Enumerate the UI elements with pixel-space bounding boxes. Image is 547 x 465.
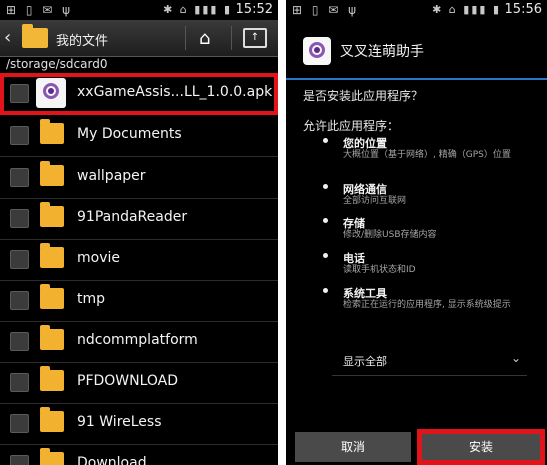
app-icon (303, 37, 331, 65)
folder-icon (40, 119, 64, 144)
list-item[interactable]: Download (0, 444, 278, 465)
select-checkbox[interactable] (10, 84, 29, 103)
folder-icon (40, 161, 64, 186)
list-item-label: 91PandaReader (77, 209, 188, 225)
list-item-label: ndcommplatform (77, 332, 198, 348)
list-item-label: Download (77, 455, 147, 465)
app-title: 叉叉连萌助手 (340, 44, 424, 60)
folder-icon (40, 202, 64, 227)
chevron-down-icon: ⌄ (510, 351, 521, 365)
permission-desc: 修改/删除USB存储内容 (343, 230, 437, 240)
bullet-icon (323, 218, 328, 223)
list-item[interactable]: tmp (0, 280, 278, 322)
breadcrumb: /storage/sdcard0 (6, 57, 108, 71)
file-manager-header: ‹ 我的文件 ⌂ ↑ (0, 20, 278, 57)
show-all-label: 显示全部 (343, 355, 387, 368)
permission-desc: 大概位置（基于网络）, 精确（GPS）位置 (343, 150, 511, 160)
select-checkbox[interactable] (10, 414, 29, 433)
notification-icons: ⊞ ▯ ✉ ψ (292, 3, 360, 17)
installer-header: 叉叉连萌助手 (286, 20, 547, 80)
install-question: 是否安装此应用程序？ (303, 89, 424, 103)
list-item[interactable]: 91PandaReader (0, 198, 278, 240)
list-item-apk[interactable]: xxGameAssis...LL_1.0.0.apk (0, 73, 278, 115)
bullet-icon (323, 184, 328, 189)
select-checkbox[interactable] (10, 209, 29, 228)
status-bar: ⊞ ▯ ✉ ψ ✱ ⌂ ▮▮▮ ▮ 15:52 (0, 0, 278, 20)
list-item-label: movie (77, 250, 120, 266)
folder-icon (40, 243, 64, 268)
select-checkbox[interactable] (10, 332, 29, 351)
show-all-toggle[interactable]: 显示全部 ⌄ (332, 345, 527, 376)
folder-icon (40, 284, 64, 309)
list-item-label: wallpaper (77, 168, 146, 184)
folder-icon (40, 366, 64, 391)
folder-icon (40, 407, 64, 432)
status-bar: ⊞ ▯ ✉ ψ ✱ ⌂ ▮▮▮ ▮ 15:56 (286, 0, 547, 20)
notification-icons: ⊞ ▯ ✉ ψ (6, 3, 74, 17)
status-time: 15:56 (504, 2, 542, 17)
folder-icon (40, 325, 64, 350)
header-divider (185, 26, 186, 50)
bullet-icon (323, 253, 328, 258)
folder-icon (40, 448, 64, 465)
select-checkbox[interactable] (10, 168, 29, 187)
signal-battery-icons: ✱ ⌂ ▮▮▮ ▮ (163, 3, 232, 16)
permission-desc: 全部访问互联网 (343, 196, 407, 206)
list-item[interactable]: ndcommplatform (0, 321, 278, 363)
permissions-heading: 允许此应用程序： (303, 119, 400, 133)
bullet-icon (323, 138, 328, 143)
app-icon (36, 78, 66, 108)
select-checkbox[interactable] (10, 455, 29, 465)
select-checkbox[interactable] (10, 250, 29, 269)
folder-icon (22, 24, 48, 48)
select-checkbox[interactable] (10, 126, 29, 145)
list-item-label: My Documents (77, 126, 182, 142)
list-item[interactable]: 91 WireLess (0, 403, 278, 445)
up-folder-icon[interactable]: ↑ (243, 28, 267, 48)
home-icon[interactable]: ⌂ (199, 28, 210, 49)
install-button[interactable]: 安装 (417, 429, 545, 465)
status-time: 15:52 (235, 2, 273, 17)
cancel-button[interactable]: 取消 (295, 432, 411, 462)
permission-desc: 读取手机状态和ID (343, 265, 416, 275)
button-bar: 取消 安装 (286, 428, 547, 465)
permission-desc: 检索正在运行的应用程序, 显示系统级提示 (343, 300, 511, 310)
select-checkbox[interactable] (10, 291, 29, 310)
list-item-label: 91 WireLess (77, 414, 162, 430)
signal-battery-icons: ✱ ⌂ ▮▮▮ ▮ (432, 3, 501, 16)
back-arrow-icon[interactable]: ‹ (4, 27, 11, 48)
list-item[interactable]: wallpaper (0, 157, 278, 199)
header-divider (231, 26, 232, 50)
select-checkbox[interactable] (10, 373, 29, 392)
list-item[interactable]: movie (0, 239, 278, 281)
list-item-label: tmp (77, 291, 106, 307)
file-manager-screen: ⊞ ▯ ✉ ψ ✱ ⌂ ▮▮▮ ▮ 15:52 ‹ 我的文件 ⌂ ↑ /stor… (0, 0, 278, 465)
bullet-icon (323, 288, 328, 293)
list-item[interactable]: My Documents (0, 115, 278, 157)
page-title: 我的文件 (56, 34, 109, 49)
list-item-label: PFDOWNLOAD (77, 373, 179, 389)
installer-screen: ⊞ ▯ ✉ ψ ✱ ⌂ ▮▮▮ ▮ 15:56 叉叉连萌助手 是否安装此应用程序… (286, 0, 547, 465)
list-item[interactable]: PFDOWNLOAD (0, 362, 278, 404)
list-item-label: xxGameAssis...LL_1.0.0.apk (77, 84, 273, 100)
